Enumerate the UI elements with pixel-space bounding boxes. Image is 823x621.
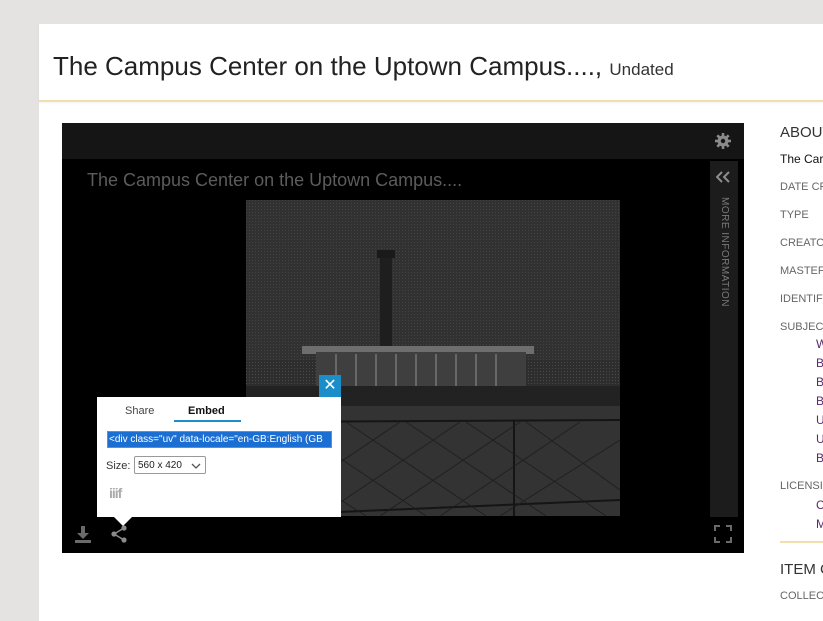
about-heading: ABOUT [780,124,823,141]
section-divider [780,541,823,543]
viewer-toolbar [62,123,744,159]
label-date-created: DATE CF [780,181,823,193]
size-select[interactable]: 560 x 420 [134,456,206,474]
viewer-item-label: The Campus Center on the Uptown Campus..… [87,170,463,190]
label-creator: CREATO [780,237,823,249]
license-link-2[interactable]: M [816,517,823,531]
label-subject: SUBJEC [780,321,823,333]
subject-link-1[interactable]: W [816,337,823,351]
subject-link-2[interactable]: B [816,356,823,370]
top-strip [0,0,823,24]
double-chevron-left-icon[interactable] [715,171,730,187]
embed-code-field[interactable]: <div class="uv" data-locale="en-GB:Engli… [107,431,332,448]
more-information-panel[interactable]: MORE INFORMATION [710,161,738,517]
about-name-value: The Car [780,152,823,166]
license-link-1[interactable]: C [816,498,823,512]
subject-link-4[interactable]: B [816,394,823,408]
label-collection: COLLEC [780,590,823,602]
subject-link-5[interactable]: U [816,413,823,427]
subject-link-3[interactable]: B [816,375,823,389]
iiif-logo[interactable]: iiif [109,485,122,501]
label-master: MASTEF [780,265,823,277]
page-title-date: Undated [609,60,674,79]
gear-icon[interactable] [714,132,732,150]
fullscreen-icon[interactable] [714,525,732,543]
close-icon[interactable]: ✕ [319,375,341,397]
subject-link-7[interactable]: B [816,451,823,465]
tab-active-indicator [174,420,241,422]
chevron-down-icon [191,457,201,481]
embed-code-text[interactable]: <div class="uv" data-locale="en-GB:Engli… [108,432,331,447]
size-select-value: 560 x 420 [138,460,182,471]
label-license: LICENSI [780,480,823,492]
page-title: The Campus Center on the Uptown Campus..… [53,51,674,82]
subject-link-6[interactable]: U [816,432,823,446]
popup-arrow [114,517,132,526]
label-type: TYPE [780,209,809,221]
page-title-text: The Campus Center on the Uptown Campus..… [53,51,603,81]
size-label: Size: [106,460,131,472]
tab-embed[interactable]: Embed [188,405,225,417]
download-icon[interactable] [74,525,92,543]
item-heading: ITEM C [780,561,823,578]
tab-share[interactable]: Share [125,405,154,417]
label-identifier: IDENTIF [780,293,823,305]
more-information-label: MORE INFORMATION [719,197,730,308]
embed-popup: Share Embed <div class="uv" data-locale=… [97,397,341,517]
share-icon[interactable] [110,525,128,543]
